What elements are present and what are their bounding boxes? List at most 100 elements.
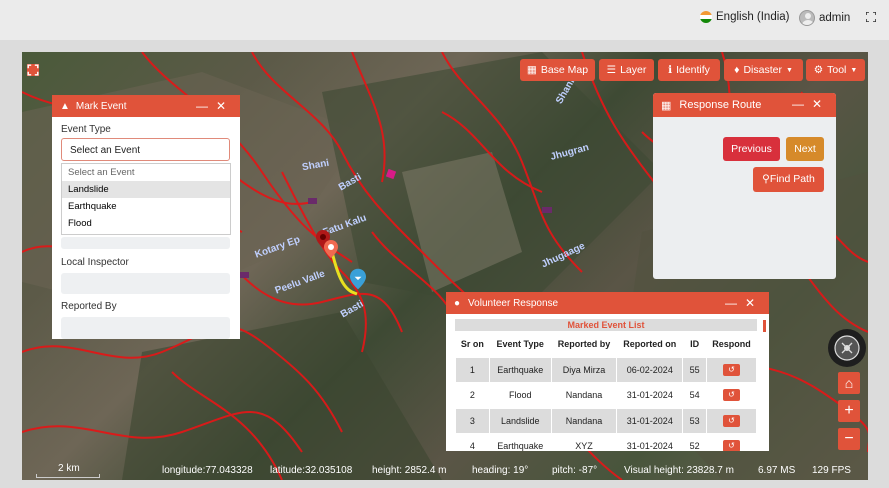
language-selector[interactable]: English (India) — [700, 11, 790, 23]
compass-icon[interactable] — [827, 328, 867, 368]
option-earthquake[interactable]: Earthquake — [62, 198, 230, 215]
zoom-in-button[interactable]: + — [838, 400, 860, 422]
col-header: ID — [682, 331, 708, 358]
cell-reported-by: XYZ — [550, 433, 618, 451]
cell-reported-by: Nandana — [550, 382, 618, 409]
language-label: English (India) — [716, 11, 790, 23]
local-inspector-label: Local Inspector — [61, 257, 129, 268]
cell-id: 53 — [682, 407, 708, 434]
event-type-value: Select an Event — [70, 145, 141, 156]
cell-reported-on: 31-01-2024 — [616, 433, 684, 451]
respond-icon: ↺ — [728, 415, 735, 425]
scrollbar[interactable] — [763, 320, 766, 332]
panel-title: Mark Event — [75, 100, 127, 112]
minimize-icon[interactable]: — — [725, 296, 745, 310]
username: admin — [819, 12, 851, 24]
user-menu[interactable]: admin — [799, 10, 850, 26]
longitude-readout: longitude:77.043328 — [162, 465, 253, 476]
respond-button[interactable]: ↺ — [723, 414, 741, 427]
fps-readout: 129 FPS — [812, 465, 851, 476]
tool-dropdown[interactable]: ⚙ Tool ▼ — [806, 59, 865, 81]
disaster-dropdown[interactable]: ♦ Disaster ▼ — [724, 59, 803, 81]
heading-readout: heading: 19° — [472, 465, 529, 476]
hidden-field[interactable] — [61, 237, 230, 249]
building-icon: ▦ — [661, 99, 672, 112]
col-header: Reported on — [616, 331, 684, 358]
cell-reported-on: 31-01-2024 — [616, 382, 684, 409]
close-icon[interactable]: ✕ — [216, 99, 234, 113]
cell-id: 54 — [682, 382, 708, 409]
table-scroll-area[interactable]: Marked Event List Sr on Event Type Repor… — [455, 319, 760, 451]
avatar — [799, 10, 815, 26]
table-row[interactable]: 4 Earthquake XYZ 31-01-2024 52 ↺ — [455, 433, 757, 451]
start-marker-icon — [324, 240, 338, 258]
respond-button[interactable]: ↺ — [723, 363, 741, 376]
option-landslide[interactable]: Landslide — [62, 181, 230, 198]
users-icon: ● — [454, 297, 461, 309]
previous-label: Previous — [731, 143, 772, 155]
base-map-button[interactable]: ▦ Base Map — [520, 59, 595, 81]
volunteer-response-panel: ● Volunteer Response —✕ Marked Event Lis… — [446, 292, 769, 451]
respond-button[interactable]: ↺ — [723, 389, 741, 402]
india-flag-icon — [700, 11, 712, 23]
cell-reported-on: 31-01-2024 — [616, 407, 684, 434]
find-path-button[interactable]: ⚲Find Path — [753, 167, 824, 192]
option-placeholder[interactable]: Select an Event — [62, 164, 230, 181]
cell-reported-by: Nandana — [550, 407, 618, 434]
col-header: Event Type — [488, 331, 552, 358]
close-icon[interactable]: ✕ — [745, 296, 763, 310]
tool-label: Tool — [827, 64, 847, 76]
respond-icon: ↺ — [728, 441, 735, 451]
cell-respond: ↺ — [706, 382, 757, 409]
identify-label: Identify — [676, 64, 710, 76]
previous-button[interactable]: Previous — [723, 137, 780, 161]
respond-icon: ↺ — [728, 390, 735, 400]
table-row[interactable]: 3 Landslide Nandana 31-01-2024 53 ↺ — [455, 407, 757, 434]
cell-id: 52 — [682, 433, 708, 451]
next-label: Next — [794, 143, 816, 155]
minus-icon: − — [844, 430, 854, 447]
visual-height-readout: Visual height: 23828.7 m — [624, 465, 734, 476]
home-button[interactable]: ⌂ — [838, 372, 860, 394]
mark-event-header: ▲ Mark Event —✕ — [52, 95, 240, 117]
plus-icon: + — [844, 402, 854, 419]
cell-reported-on: 06-02-2024 — [616, 356, 684, 383]
height-readout: height: 2852.4 m — [372, 465, 447, 476]
local-inspector-field[interactable] — [61, 273, 230, 294]
layer-button[interactable]: ☰ Layer — [599, 59, 654, 81]
table-row[interactable]: 1 Earthquake Diya Mirza 06-02-2024 55 ↺ — [455, 356, 757, 383]
cell-respond: ↺ — [706, 407, 757, 434]
identify-button[interactable]: ℹ Identify — [658, 59, 720, 81]
reported-by-field[interactable] — [61, 317, 230, 339]
find-path-label: Find Path — [769, 173, 815, 185]
col-header: Respond — [706, 331, 757, 358]
event-type-select[interactable]: Select an Event — [61, 138, 230, 161]
zoom-out-button[interactable]: − — [838, 428, 860, 450]
cell-event-type: Flood — [488, 382, 552, 409]
next-button[interactable]: Next — [786, 137, 824, 161]
scale-label: 2 km — [58, 463, 80, 474]
response-route-panel: ▦ Response Route —✕ Previous Next ⚲Find … — [653, 93, 836, 279]
close-icon[interactable]: ✕ — [812, 97, 830, 111]
table-row[interactable]: 2 Flood Nandana 31-01-2024 54 ↺ — [455, 382, 757, 409]
cell-respond: ↺ — [706, 433, 757, 451]
event-type-label: Event Type — [61, 124, 111, 135]
minimize-icon[interactable]: — — [792, 97, 812, 111]
pitch-readout: pitch: -87° — [552, 465, 598, 476]
cell-event-type: Landslide — [488, 407, 552, 434]
list-title: Marked Event List — [455, 319, 757, 331]
cell-reported-by: Diya Mirza — [550, 356, 618, 383]
cell-respond: ↺ — [706, 356, 757, 383]
disaster-label: Disaster — [743, 64, 782, 76]
mark-event-panel: ▲ Mark Event —✕ Event Type Select an Eve… — [52, 95, 240, 339]
option-flood[interactable]: Flood — [62, 215, 230, 232]
cell-sr: 4 — [455, 433, 490, 451]
volunteer-response-header: ● Volunteer Response —✕ — [446, 292, 769, 314]
fullscreen-icon[interactable] — [866, 12, 876, 22]
top-bar: English (India) admin — [0, 0, 889, 40]
respond-button[interactable]: ↺ — [723, 440, 741, 451]
map-icon: ▦ — [526, 64, 537, 76]
map-fullscreen-icon[interactable] — [27, 64, 39, 76]
reported-by-label: Reported By — [61, 301, 117, 312]
minimize-icon[interactable]: — — [196, 99, 216, 113]
